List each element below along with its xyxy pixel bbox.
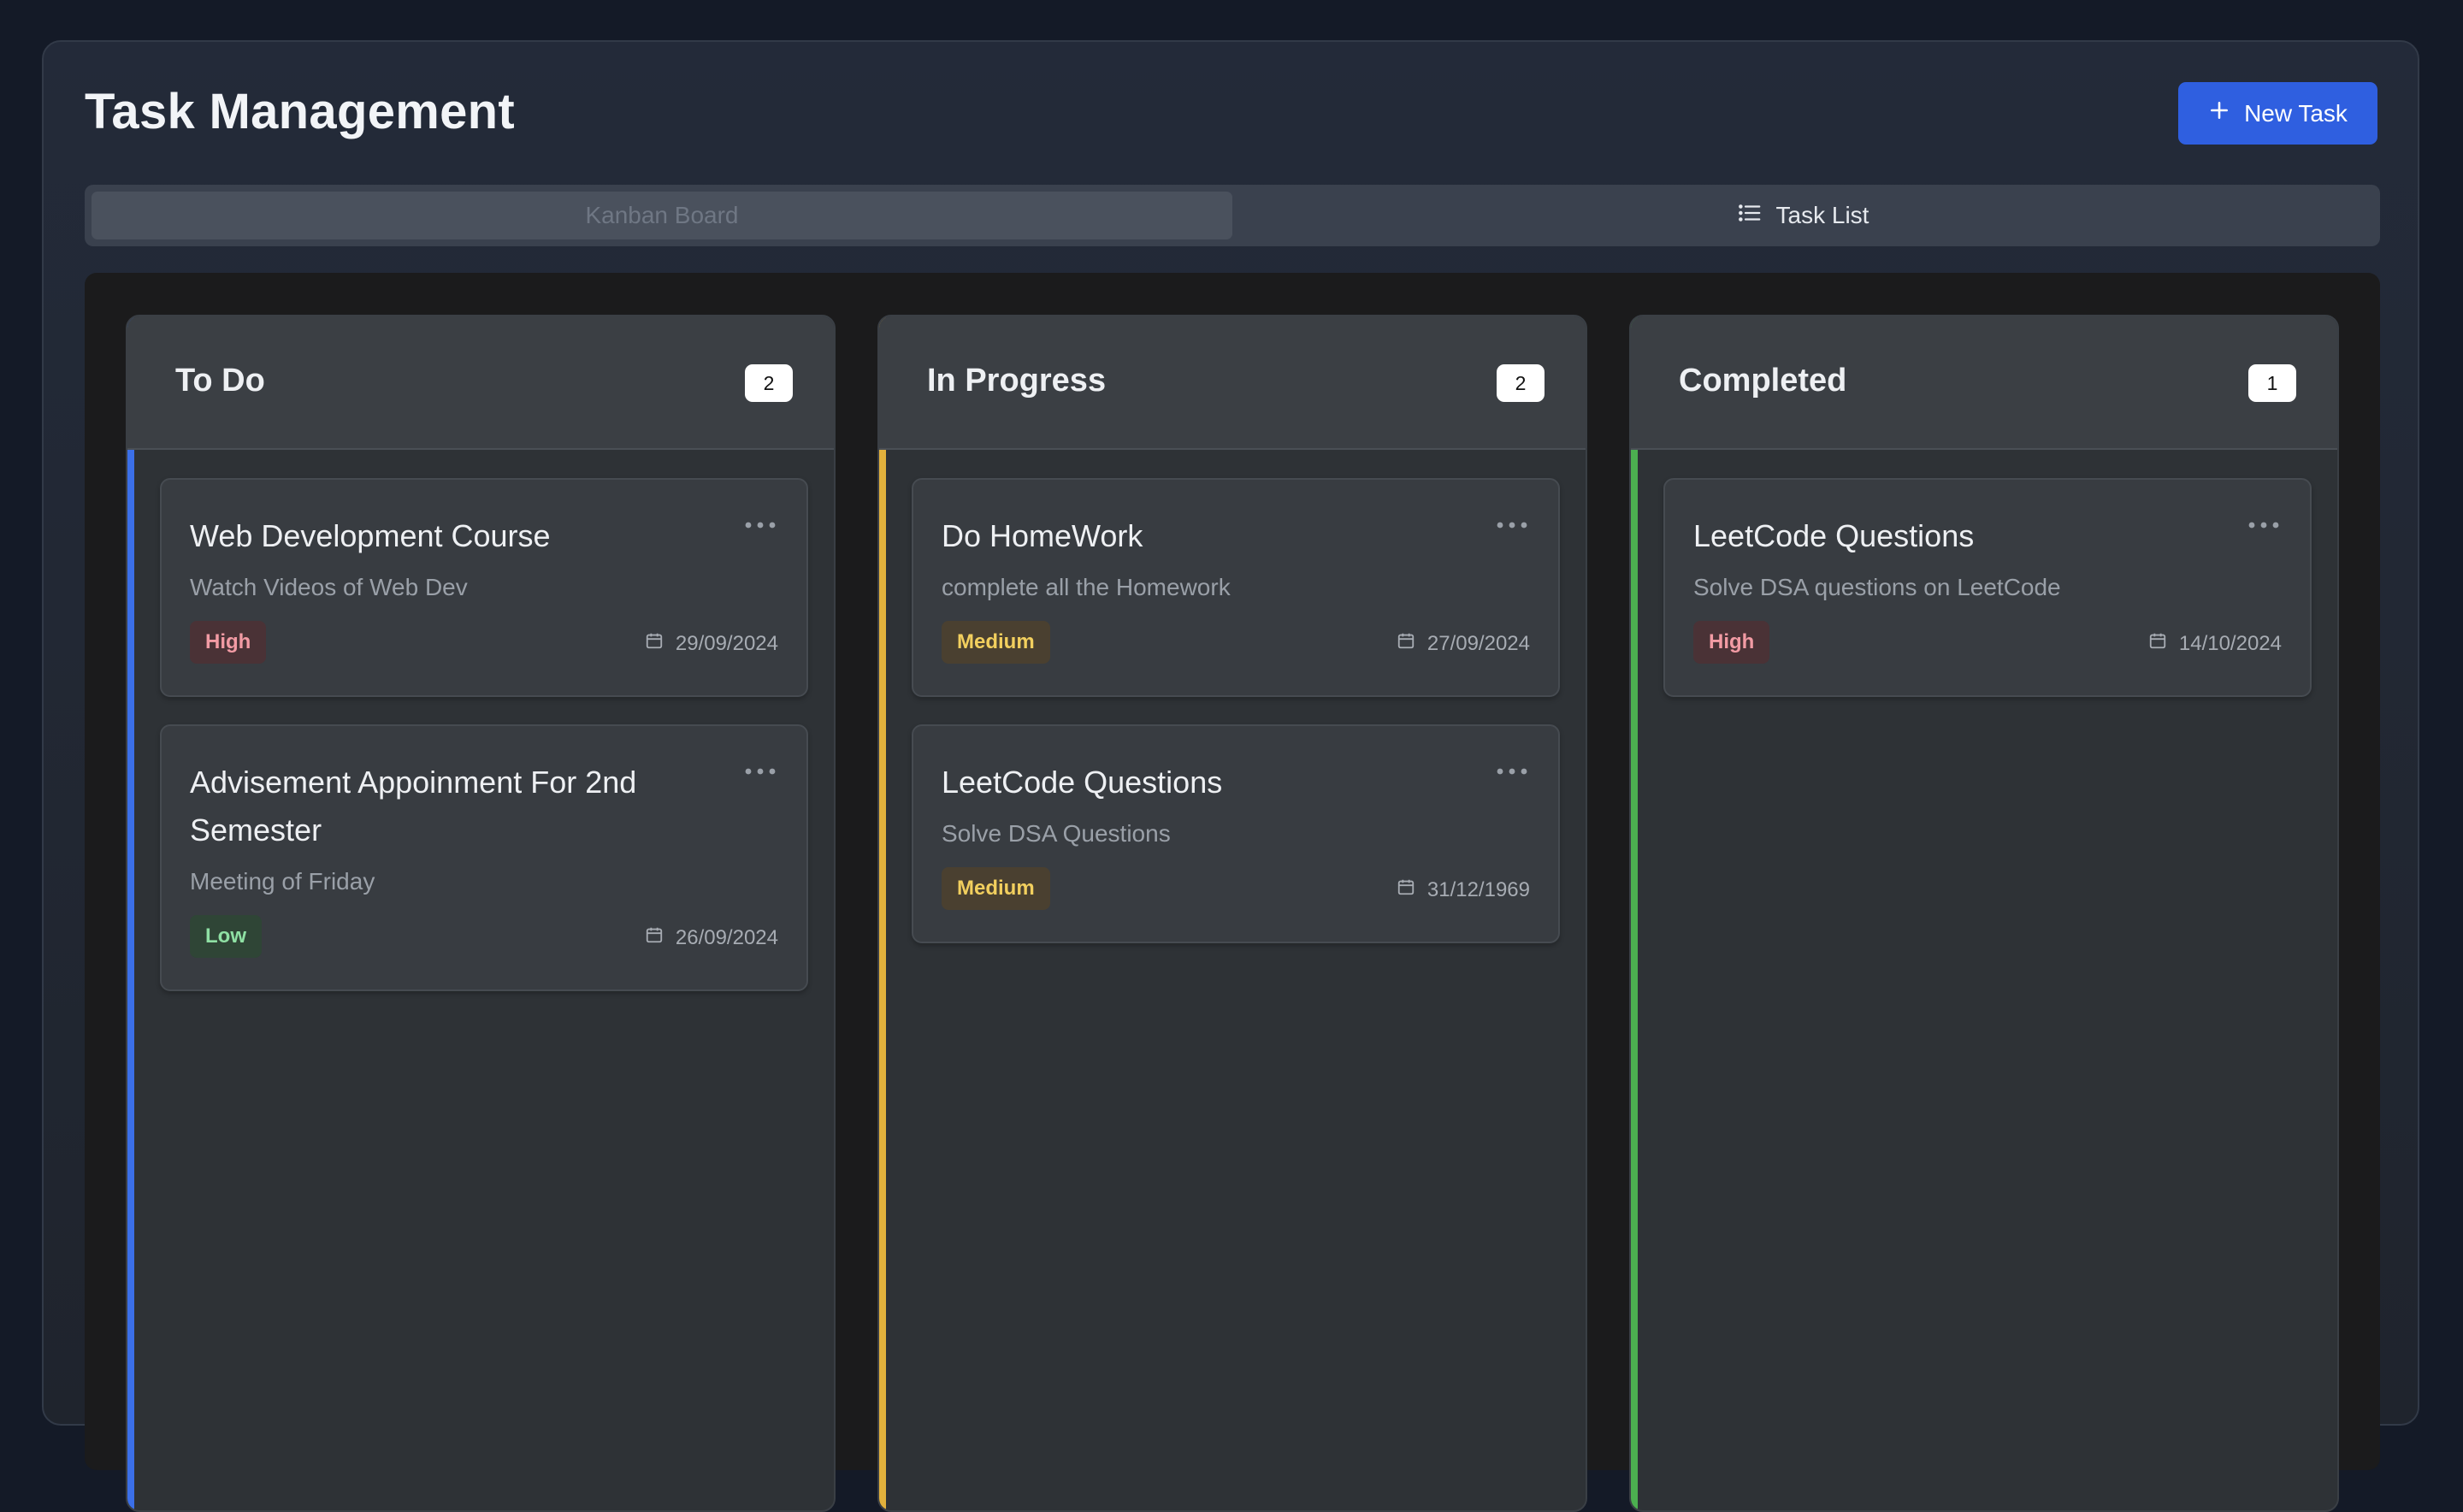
priority-badge: Medium: [942, 621, 1050, 664]
column-header: Completed 1: [1631, 316, 2337, 450]
task-title: LeetCode Questions: [1693, 518, 1975, 553]
task-description: Watch Videos of Web Dev: [190, 574, 468, 600]
due-date-text: 27/09/2024: [1426, 631, 1530, 655]
column-completed: Completed 1 LeetCode Questions Solve DSA…: [1629, 315, 2339, 1512]
task-description: Solve DSA questions on LeetCode: [1693, 574, 2061, 600]
task-card[interactable]: LeetCode Questions Solve DSA Questions M…: [912, 724, 1560, 943]
calendar-icon: [1397, 631, 1415, 656]
column-accent: [127, 316, 134, 1510]
task-description: Solve DSA Questions: [942, 820, 1171, 847]
due-date: 27/09/2024: [1397, 631, 1530, 656]
due-date: 14/10/2024: [2148, 631, 2282, 656]
plus-icon: [2208, 99, 2230, 127]
more-horizontal-icon[interactable]: [1495, 519, 1529, 529]
priority-badge: High: [190, 621, 267, 664]
column-title: Completed: [1679, 363, 1847, 399]
task-card[interactable]: Do HomeWork complete all the Homework Me…: [912, 478, 1560, 697]
tab-kanban-label: Kanban Board: [585, 202, 739, 228]
calendar-icon: [645, 631, 664, 656]
task-card[interactable]: Web Development Course Watch Videos of W…: [160, 478, 808, 697]
task-count-badge: 2: [745, 364, 793, 402]
more-horizontal-icon[interactable]: [743, 765, 777, 776]
priority-badge: Low: [190, 915, 262, 958]
task-title: LeetCode Questions: [942, 765, 1223, 800]
calendar-icon: [645, 925, 664, 950]
task-card[interactable]: LeetCode Questions Solve DSA questions o…: [1663, 478, 2312, 697]
new-task-label: New Task: [2244, 99, 2348, 127]
view-tabs: Kanban Board Task List: [85, 185, 2380, 246]
tab-task-list[interactable]: Task List: [1232, 192, 2373, 239]
kanban-board: To Do 2 Web Development Course Watch Vid…: [85, 273, 2380, 1512]
more-horizontal-icon[interactable]: [743, 519, 777, 529]
due-date-text: 26/09/2024: [675, 925, 778, 949]
priority-badge: High: [1693, 621, 1770, 664]
calendar-icon: [2148, 631, 2167, 656]
column-accent: [1631, 316, 1638, 1510]
tab-task-list-label: Task List: [1775, 202, 1869, 228]
task-description: complete all the Homework: [942, 574, 1231, 600]
more-horizontal-icon[interactable]: [2247, 519, 2281, 529]
column-header: In Progress 2: [879, 316, 1586, 450]
more-horizontal-icon[interactable]: [1495, 765, 1529, 776]
column-header: To Do 2: [127, 316, 834, 450]
due-date: 29/09/2024: [645, 631, 778, 656]
due-date-text: 29/09/2024: [675, 631, 778, 655]
column-in-progress: In Progress 2 Do HomeWork complete all t…: [877, 315, 1587, 1512]
page-title: Task Management: [85, 84, 516, 139]
task-count-badge: 2: [1497, 364, 1545, 402]
due-date: 26/09/2024: [645, 925, 778, 950]
app-window: Task Management New Task Kanban Board Ta…: [42, 40, 2419, 1512]
list-icon: [1737, 200, 1763, 232]
task-title: Advisement Appoinment For 2nd Semester: [190, 765, 637, 848]
task-title: Web Development Course: [190, 518, 551, 553]
priority-badge: Medium: [942, 867, 1050, 910]
tab-kanban-board[interactable]: Kanban Board: [92, 192, 1232, 239]
task-card[interactable]: Advisement Appoinment For 2nd Semester M…: [160, 724, 808, 991]
new-task-button[interactable]: New Task: [2178, 82, 2377, 145]
column-accent: [879, 316, 886, 1510]
due-date-text: 31/12/1969: [1426, 877, 1530, 901]
calendar-icon: [1397, 877, 1415, 902]
due-date: 31/12/1969: [1397, 877, 1530, 902]
due-date-text: 14/10/2024: [2178, 631, 2282, 655]
task-count-badge: 1: [2248, 364, 2296, 402]
task-description: Meeting of Friday: [190, 868, 375, 895]
column-todo: To Do 2 Web Development Course Watch Vid…: [126, 315, 836, 1512]
column-title: To Do: [175, 363, 265, 399]
task-title: Do HomeWork: [942, 518, 1143, 553]
column-title: In Progress: [927, 363, 1107, 399]
